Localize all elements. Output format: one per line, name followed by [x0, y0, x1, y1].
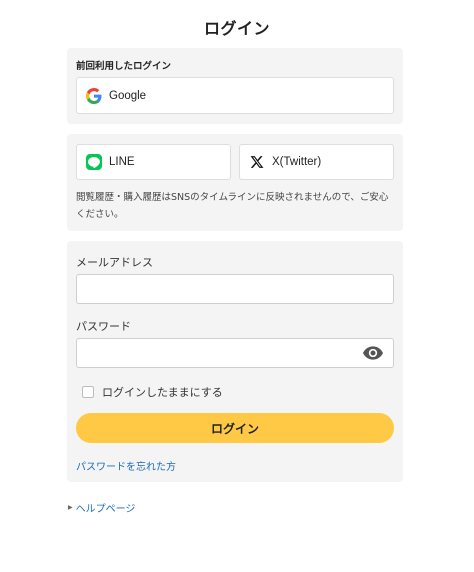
google-label: Google — [109, 89, 147, 102]
page-title: ログイン — [203, 19, 270, 38]
password-field[interactable] — [76, 338, 394, 368]
password-label: パスワード — [76, 320, 131, 333]
triangle-right-icon: ▶ — [68, 504, 73, 511]
email-label: メールアドレス — [76, 256, 153, 269]
login-button-label: ログイン — [210, 421, 259, 436]
google-icon — [85, 87, 102, 104]
sns-privacy-note: 閲覧履歴・購入履歴はSNSのタイムラインに反映されませんので、ご安心ください。 — [76, 192, 389, 220]
x-icon — [248, 154, 265, 171]
login-button[interactable]: ログイン — [76, 413, 394, 443]
help-page-link[interactable]: ▶ ヘルプページ — [68, 500, 135, 515]
x-login-button[interactable]: X(Twitter) — [239, 144, 394, 180]
line-login-button[interactable]: LINE — [76, 144, 231, 180]
login-form-panel: メールアドレス パスワード ログインしたままにする ログイン パスワードを忘れた… — [67, 241, 403, 482]
last-used-login-panel: 前回利用したログイン Google — [67, 48, 403, 124]
eye-icon[interactable] — [363, 345, 383, 361]
forgot-password-link[interactable]: パスワードを忘れた方 — [76, 458, 176, 473]
checkbox-box[interactable] — [82, 386, 94, 398]
sns-login-panel: LINE X(Twitter) 閲覧履歴・購入履歴はSNSのタイムラインに反映さ… — [67, 134, 403, 231]
x-label: X(Twitter) — [272, 156, 322, 168]
line-label: LINE — [109, 156, 135, 168]
last-used-label: 前回利用したログイン — [76, 61, 172, 72]
remember-me-label: ログインしたままにする — [102, 386, 223, 399]
google-login-button[interactable]: Google — [76, 77, 394, 114]
line-icon — [85, 154, 102, 171]
remember-me-checkbox[interactable]: ログインしたままにする — [82, 384, 223, 400]
email-field[interactable] — [76, 274, 394, 304]
help-page-label: ヘルプページ — [75, 504, 136, 515]
